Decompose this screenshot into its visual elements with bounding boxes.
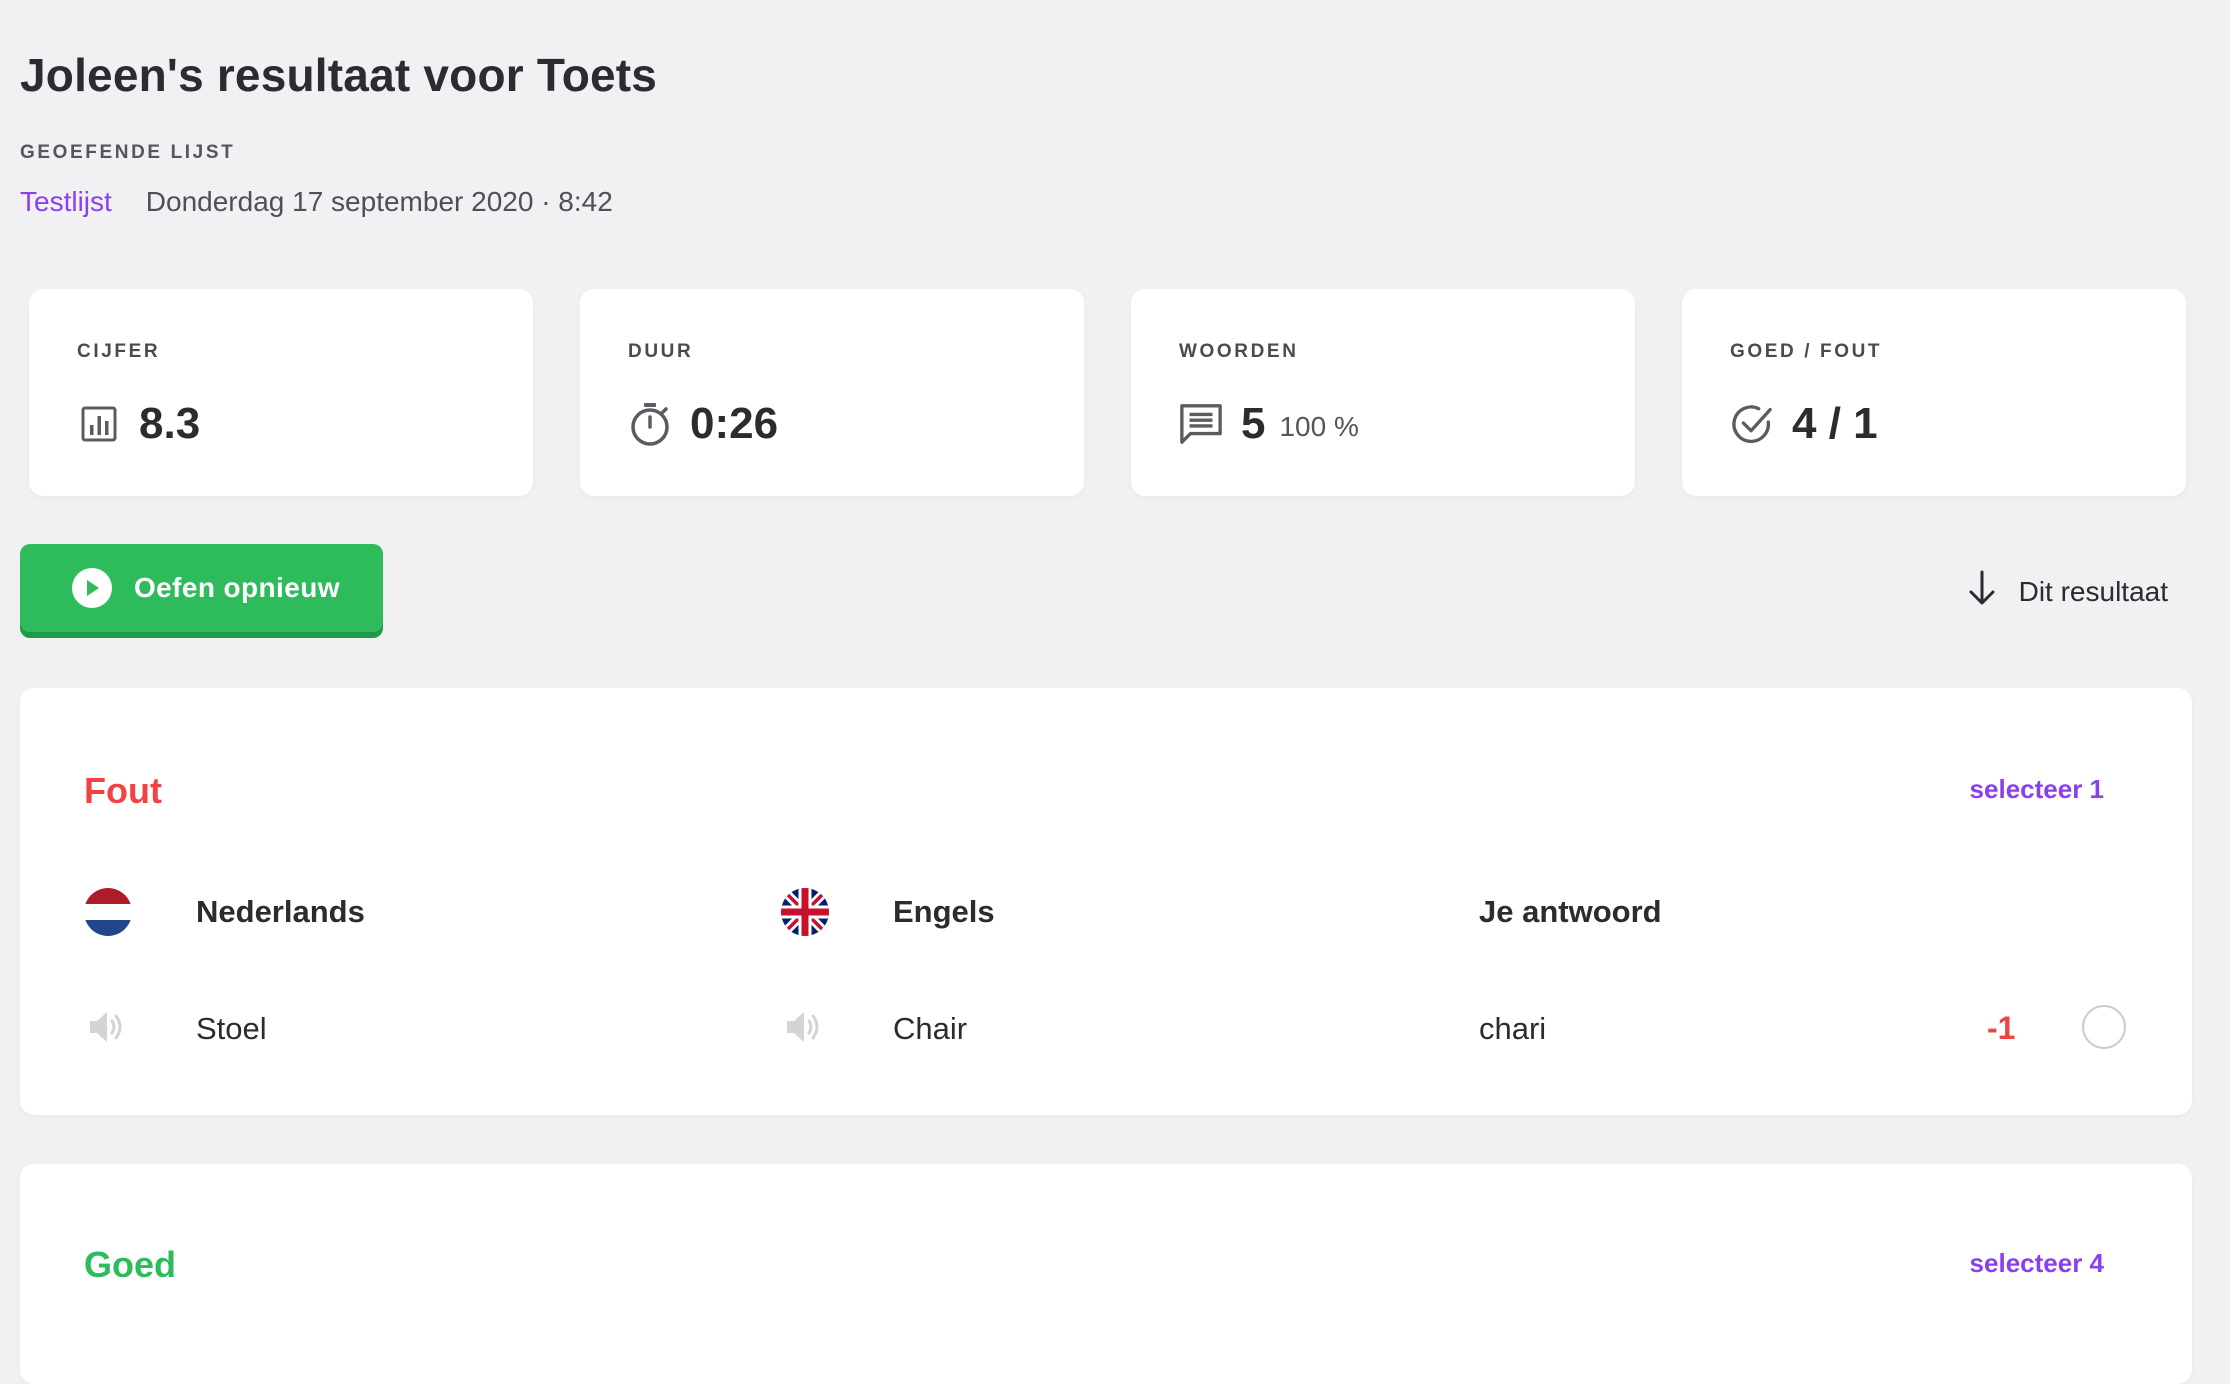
uk-flag-icon	[781, 888, 829, 936]
column-header-source: Nederlands	[196, 894, 365, 929]
result-date: Donderdag 17 september 2020 · 8:42	[145, 186, 613, 217]
stat-value: 0:26	[690, 399, 779, 448]
download-result-label: Dit resultaat	[2018, 575, 2168, 607]
meta-row: Testlijst Donderdag 17 september 2020 · …	[20, 186, 613, 218]
bar-chart-icon	[77, 402, 121, 446]
stat-value-row: 5 100 %	[1179, 399, 1359, 449]
stat-label: GOED / FOUT	[1730, 341, 1883, 362]
speaker-icon[interactable]	[781, 1004, 827, 1050]
list-name-link[interactable]: Testlijst	[20, 186, 112, 218]
select-right-button[interactable]: selecteer 4	[1970, 1248, 2104, 1279]
check-circle-icon	[1730, 402, 1774, 446]
speaker-icon[interactable]	[84, 1004, 130, 1050]
select-wrong-button[interactable]: selecteer 1	[1970, 774, 2104, 805]
practiced-list-label: GEOEFENDE LIJST	[20, 142, 236, 163]
wrong-section: Fout selecteer 1 Nederlands Engels Je an…	[20, 688, 2192, 1115]
stat-percentage: 100 %	[1279, 411, 1359, 442]
penalty-score: -1	[1987, 1010, 2016, 1046]
stat-label: DUUR	[628, 341, 694, 362]
stat-label: WOORDEN	[1179, 341, 1299, 362]
stat-value: 5	[1241, 399, 1266, 448]
practice-again-button[interactable]: Oefen opnieuw	[20, 544, 383, 632]
column-header-answer: Je antwoord	[1479, 894, 1662, 929]
practice-again-label: Oefen opnieuw	[134, 572, 340, 603]
page-title: Joleen's resultaat voor Toets	[20, 49, 658, 101]
stat-value-row: 0:26	[628, 399, 778, 449]
message-icon	[1179, 402, 1223, 446]
target-word: Chair	[893, 1011, 968, 1046]
results-page: Joleen's resultaat voor Toets GEOEFENDE …	[20, 0, 2192, 1384]
section-title-right: Goed	[84, 1244, 177, 1285]
right-section: Goed selecteer 4	[20, 1164, 2192, 1384]
download-result-button[interactable]: Dit resultaat	[1967, 570, 2168, 613]
play-icon	[72, 568, 112, 608]
dutch-flag-icon	[84, 888, 132, 936]
stat-value-row: 8.3	[77, 399, 200, 449]
section-title-wrong: Fout	[84, 770, 162, 811]
stat-label: CIJFER	[77, 341, 161, 362]
your-answer: chari	[1479, 1011, 1547, 1046]
stat-value: 4 / 1	[1792, 399, 1878, 448]
stat-card-duration: DUUR 0:26	[580, 289, 1084, 496]
column-header-target: Engels	[893, 894, 995, 929]
stats-row: CIJFER 8.3 DUUR 0:26 WOORDEN 5 100 % GOE…	[29, 289, 2186, 496]
arrow-down-icon	[1967, 570, 1997, 613]
stat-card-grade: CIJFER 8.3	[29, 289, 533, 496]
row-select-checkbox[interactable]	[2082, 1005, 2126, 1049]
source-word: Stoel	[196, 1011, 267, 1046]
stopwatch-icon	[628, 402, 672, 446]
stat-value-row: 4 / 1	[1730, 399, 1878, 449]
stat-value: 8.3	[139, 399, 201, 448]
stat-card-words: WOORDEN 5 100 %	[1131, 289, 1635, 496]
stat-card-right-wrong: GOED / FOUT 4 / 1	[1682, 289, 2186, 496]
